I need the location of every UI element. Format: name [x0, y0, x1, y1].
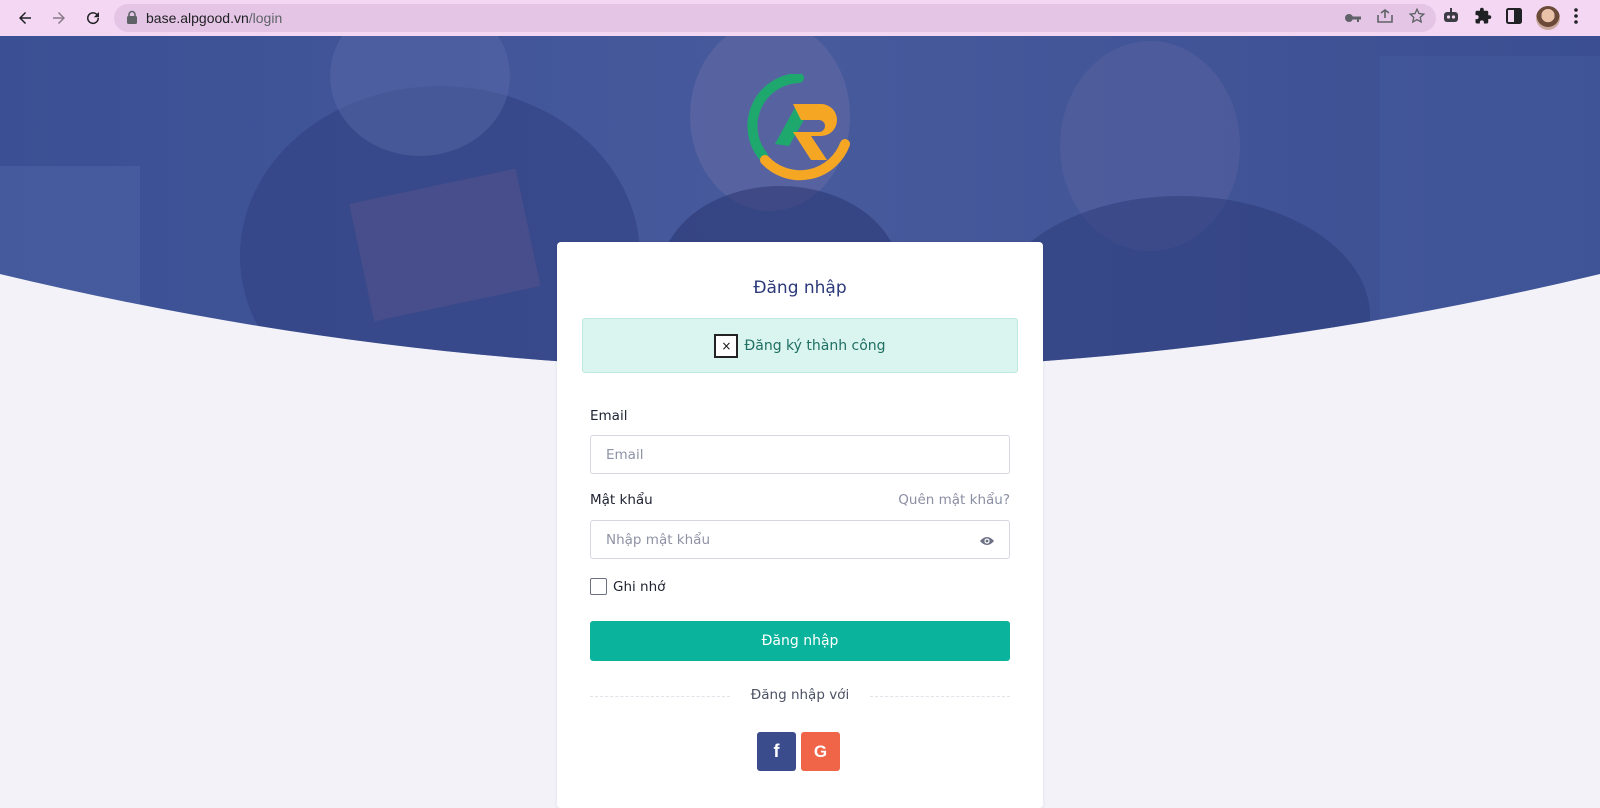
forgot-password-link[interactable]: Quên mật khẩu?: [898, 492, 1010, 508]
alpgood-logo: [745, 73, 853, 182]
forward-icon[interactable]: [44, 3, 74, 33]
password-placeholder: Nhập mật khẩu: [606, 531, 710, 548]
success-alert: × Đăng ký thành công: [582, 318, 1018, 373]
social-divider: Đăng nhập với: [590, 687, 1010, 705]
address-bar[interactable]: base.alpgood.vn/login: [114, 4, 1436, 32]
google-login-button[interactable]: G: [801, 732, 840, 771]
facebook-login-button[interactable]: f: [757, 732, 796, 771]
facebook-icon: f: [773, 741, 780, 761]
url-path: /login: [248, 10, 283, 26]
star-icon[interactable]: [1408, 7, 1426, 29]
key-icon[interactable]: [1344, 9, 1362, 28]
sidepanel-icon[interactable]: [1506, 8, 1522, 28]
browser-toolbar: base.alpgood.vn/login: [0, 0, 1600, 36]
email-input[interactable]: Email: [590, 435, 1010, 474]
reload-icon[interactable]: [78, 3, 108, 33]
social-login: f G: [757, 732, 840, 771]
page-title: Đăng nhập: [753, 278, 847, 298]
google-icon: G: [813, 741, 828, 761]
remember-checkbox[interactable]: [590, 578, 607, 595]
email-label: Email: [590, 408, 628, 424]
remember-me[interactable]: Ghi nhớ: [590, 578, 665, 595]
password-label: Mật khẩu: [590, 492, 653, 508]
alert-close-button[interactable]: ×: [714, 333, 739, 358]
email-placeholder: Email: [606, 446, 644, 463]
show-password-icon[interactable]: [979, 533, 995, 547]
robot-icon[interactable]: [1442, 8, 1460, 28]
login-card: Đăng nhập × Đăng ký thành công Email Ema…: [557, 242, 1043, 808]
divider-text: Đăng nhập với: [750, 687, 850, 703]
url-host: base.alpgood.vn: [146, 10, 249, 26]
lock-icon[interactable]: [126, 9, 138, 28]
browser-actions: [1442, 0, 1578, 36]
alert-message: Đăng ký thành công: [744, 337, 886, 354]
share-icon[interactable]: [1376, 8, 1394, 28]
logo-mark: [747, 73, 850, 181]
avatar[interactable]: [1536, 6, 1560, 30]
remember-label: Ghi nhớ: [613, 578, 666, 595]
menu-icon[interactable]: [1574, 8, 1578, 28]
password-input[interactable]: Nhập mật khẩu: [590, 520, 1010, 559]
omnibox-actions: [1344, 4, 1426, 32]
login-button[interactable]: Đăng nhập: [590, 621, 1010, 661]
nav-buttons: [0, 3, 108, 33]
url-text: base.alpgood.vn/login: [146, 10, 282, 26]
extensions-icon[interactable]: [1474, 7, 1492, 29]
back-icon[interactable]: [10, 3, 40, 33]
